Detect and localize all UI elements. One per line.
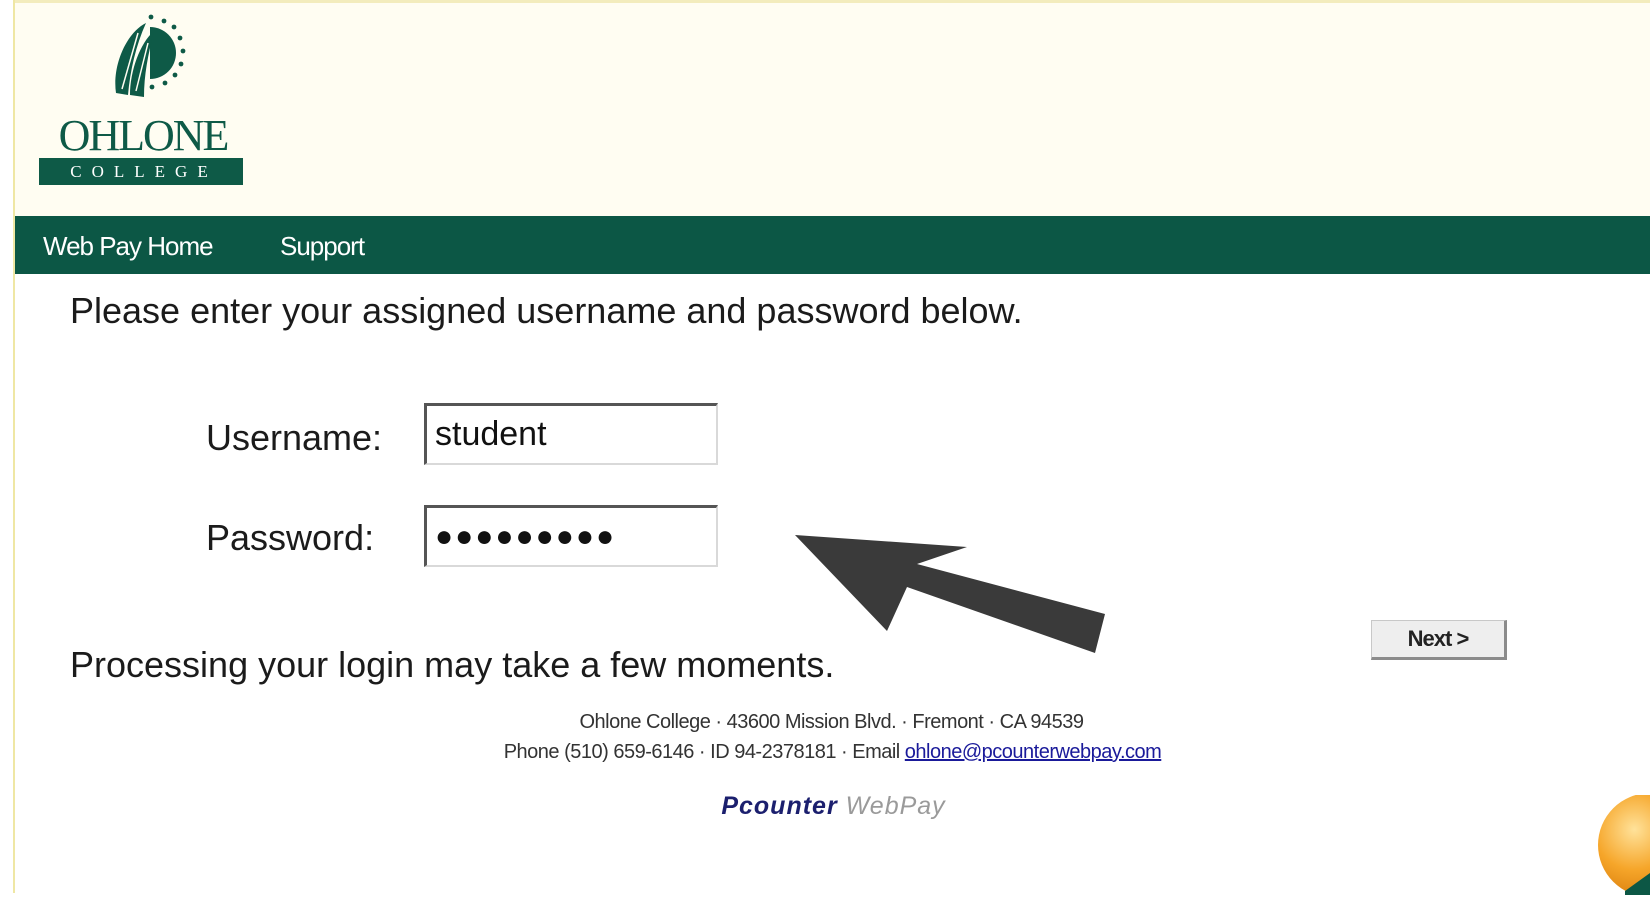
next-button[interactable]: Next > [1371,620,1507,660]
orange-orb-icon [1598,795,1650,895]
username-input[interactable] [424,403,718,465]
username-label: Username: [206,417,383,458]
nav-support[interactable]: Support [280,233,365,259]
site-header: OHLONE COLLEGE [15,0,1650,219]
page: OHLONE COLLEGE Web Pay Home Support Plea… [13,0,1650,893]
annotation-arrow-icon [795,535,1105,653]
footer-email-link[interactable]: ohlone@pcounterwebpay.com [905,741,1162,763]
brand-pcounter: Pcounter [721,792,838,820]
login-instructions: Please enter your assigned username and … [70,290,1023,331]
logo-college-band: COLLEGE [39,158,243,185]
sun-feather-icon [115,14,186,97]
ohlone-college-logo[interactable]: OHLONE COLLEGE [38,11,248,189]
nav-bar: Web Pay Home Support [15,216,1650,274]
password-input[interactable] [424,505,718,567]
footer-contact-text: Phone (510) 659-6146 · ID 94-2378181 · E… [503,741,905,763]
footer-address: Ohlone College · 43600 Mission Blvd. · F… [579,711,1085,733]
nav-web-pay-home[interactable]: Web Pay Home [43,233,214,259]
processing-note: Processing your login may take a few mom… [70,644,835,685]
password-label: Password: [206,517,375,558]
pcounter-webpay-brand: Pcounter WebPay [15,794,1650,819]
footer-contact: Phone (510) 659-6146 · ID 94-2378181 · E… [14,742,1650,762]
logo-wordmark: OHLONE [58,111,230,160]
brand-webpay: WebPay [845,792,946,820]
